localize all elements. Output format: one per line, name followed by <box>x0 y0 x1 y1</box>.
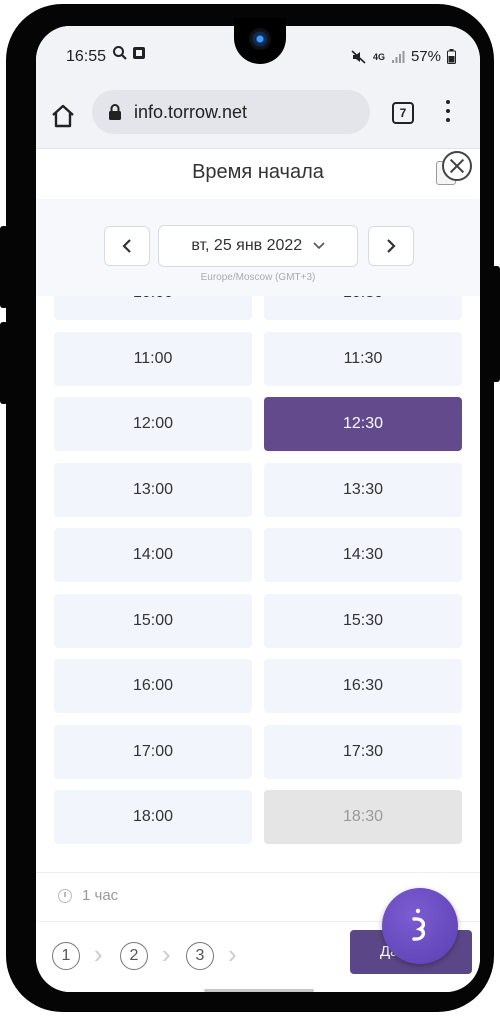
chevron-right-icon <box>387 239 396 253</box>
mute-icon <box>351 49 366 64</box>
signal-icon <box>391 50 405 63</box>
time-slot[interactable]: 17:30 <box>264 724 462 779</box>
time-slot[interactable]: 12:00 <box>54 397 252 451</box>
battery-icon <box>447 49 456 64</box>
timezone-label: Europe/Moscow (GMT+3) <box>200 272 316 283</box>
step-2[interactable]: 2 <box>120 942 148 970</box>
volume-button <box>0 226 8 308</box>
time-slot[interactable]: 16:00 <box>54 659 252 713</box>
time-slot: 18:30 <box>264 790 462 844</box>
phone-frame: 16:55 4G 57% info.torrow.net 7 Время нач… <box>0 4 500 1012</box>
time-slot[interactable]: 18:00 <box>54 790 252 844</box>
time-slot[interactable]: 10:30 <box>264 296 462 320</box>
tab-switcher-button[interactable]: 7 <box>392 102 414 124</box>
time-slot[interactable]: 14:30 <box>264 528 462 582</box>
step-separator-icon: › <box>94 939 103 969</box>
time-slot[interactable]: 11:00 <box>54 331 252 386</box>
time-slot[interactable]: 15:00 <box>54 593 252 648</box>
chevron-down-icon <box>313 242 325 250</box>
step-separator-icon: › <box>162 939 171 969</box>
status-time: 16:55 <box>66 48 107 65</box>
chat-logo-icon <box>412 908 426 941</box>
search-icon <box>113 46 127 60</box>
time-slot[interactable]: 13:00 <box>54 462 252 517</box>
browser-toolbar: info.torrow.net 7 <box>36 86 480 149</box>
date-navigation: вт, 25 янв 2022 Europe/Moscow (GMT+3) <box>36 200 480 300</box>
time-slot[interactable]: 13:30 <box>264 462 462 517</box>
address-bar[interactable]: info.torrow.net <box>92 90 370 134</box>
battery-percent: 57% <box>410 48 441 65</box>
volume-button-lower <box>0 322 8 404</box>
chat-assistant-button[interactable] <box>382 888 458 964</box>
overflow-menu-icon[interactable] <box>444 100 452 124</box>
time-slot[interactable]: 15:30 <box>264 593 462 648</box>
lock-icon <box>109 104 121 120</box>
time-slot[interactable]: 17:00 <box>54 724 252 779</box>
time-slot[interactable]: 14:00 <box>54 528 252 582</box>
time-slot[interactable]: 16:30 <box>264 659 462 713</box>
network-type: 4G <box>372 51 385 62</box>
time-slot[interactable]: 12:30 <box>264 397 462 451</box>
clock-icon <box>58 889 72 903</box>
page-title: Время начала <box>192 161 324 183</box>
duration-label: 1 час <box>82 887 119 904</box>
url-text: info.torrow.net <box>134 102 248 122</box>
time-slot[interactable]: 11:30 <box>264 331 462 386</box>
close-button[interactable] <box>434 149 474 187</box>
page-header: Время начала <box>36 149 480 199</box>
home-icon[interactable] <box>50 103 76 129</box>
prev-day-button[interactable] <box>104 226 150 266</box>
time-slot[interactable]: 10:00 <box>54 296 252 320</box>
close-icon[interactable] <box>442 151 472 181</box>
step-separator-icon: › <box>228 939 237 969</box>
image-notification-icon <box>133 47 145 59</box>
time-slot-grid: 10:00 10:30 11:0011:3012:0012:3013:0013:30… <box>36 296 480 870</box>
home-indicator <box>204 989 314 992</box>
screen: 16:55 4G 57% info.torrow.net 7 Время нач… <box>36 26 480 992</box>
date-select[interactable]: вт, 25 янв 2022 <box>158 225 358 267</box>
next-day-button[interactable] <box>368 226 414 266</box>
power-button <box>492 266 500 382</box>
step-3[interactable]: 3 <box>186 942 214 970</box>
step-1[interactable]: 1 <box>52 942 80 970</box>
date-label: вт, 25 янв 2022 <box>191 237 303 254</box>
chevron-left-icon <box>122 239 131 253</box>
